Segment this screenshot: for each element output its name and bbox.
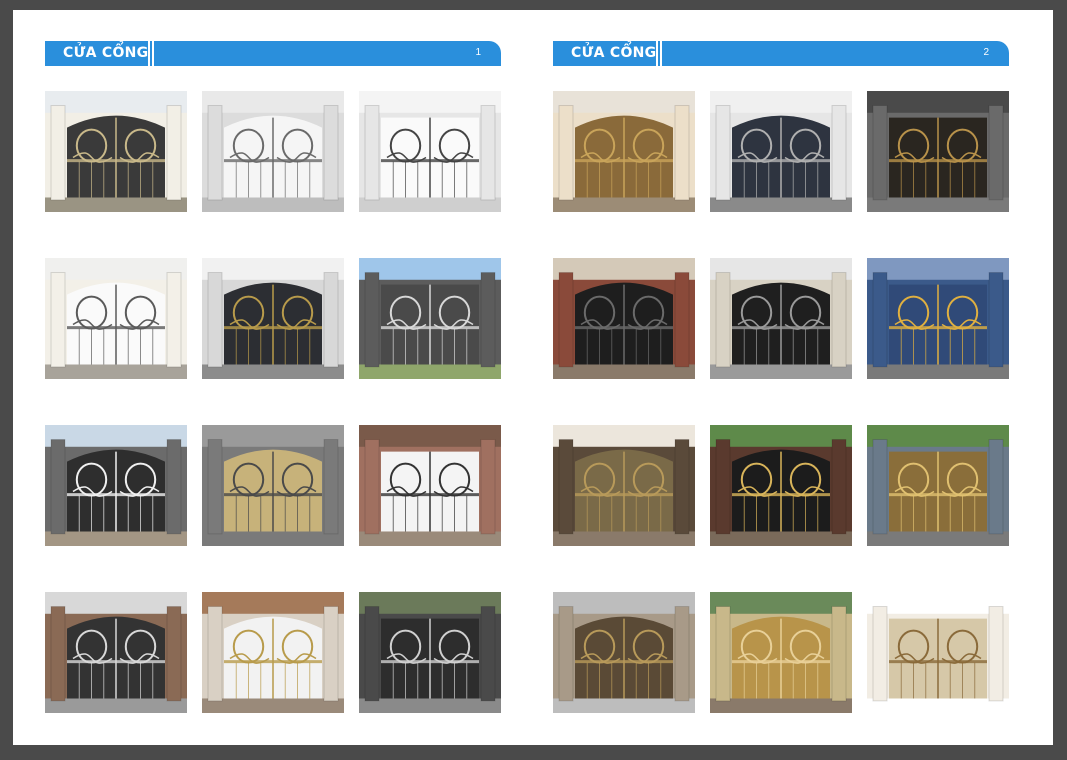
gate-illustration xyxy=(553,425,695,546)
gate-photo-black-gold-ornate-gate xyxy=(202,258,344,379)
gate-photo-bronze-fence-villa-gate xyxy=(553,425,695,546)
gate-illustration xyxy=(45,425,187,546)
gate-illustration xyxy=(867,592,1009,713)
gate-illustration xyxy=(867,425,1009,546)
header-divider xyxy=(148,41,150,66)
page-header-banner: CỬA CỔNG 1 xyxy=(45,41,501,66)
catalog-page-1: CỬA CỔNG 1 xyxy=(45,10,501,745)
page-number: 2 xyxy=(983,47,989,58)
gate-illustration xyxy=(553,592,695,713)
gate-illustration xyxy=(710,91,852,212)
gate-photo-phat-tai-phat-loc-gate xyxy=(359,91,501,212)
gate-illustration xyxy=(710,258,852,379)
header-divider xyxy=(656,41,658,66)
gate-illustration xyxy=(710,592,852,713)
gate-photo-gold-arch-ornate-gate xyxy=(710,592,852,713)
header-divider xyxy=(660,41,662,66)
gate-photo-gold-peacock-gate xyxy=(867,425,1009,546)
gate-illustration xyxy=(202,425,344,546)
gate-photo-gold-floral-panel-gate xyxy=(202,425,344,546)
gate-illustration xyxy=(202,258,344,379)
gate-photo-villa-bronze-fence-gate xyxy=(553,91,695,212)
catalog-spread: CỬA CỔNG 1 CỬA CỔNG 2 xyxy=(13,10,1053,745)
page-title: CỬA CỔNG xyxy=(571,45,657,61)
header-divider xyxy=(152,41,154,66)
page-header-banner: CỬA CỔNG 2 xyxy=(553,41,1009,66)
gate-illustration xyxy=(867,258,1009,379)
gate-illustration xyxy=(45,592,187,713)
gate-photo-white-villa-side-gate xyxy=(45,258,187,379)
gate-illustration xyxy=(202,592,344,713)
gate-photo-black-scroll-gate xyxy=(553,258,695,379)
catalog-page-2: CỬA CỔNG 2 xyxy=(553,10,1009,745)
gate-illustration xyxy=(359,258,501,379)
gate-illustration xyxy=(553,91,695,212)
gate-photo-floral-panel-gate xyxy=(202,91,344,212)
gate-photo-white-villa-gate xyxy=(45,91,187,212)
gate-illustration xyxy=(359,91,501,212)
gate-illustration xyxy=(867,91,1009,212)
gate-illustration xyxy=(710,425,852,546)
gate-photo-dragonfly-sliding-gate xyxy=(359,592,501,713)
gate-illustration xyxy=(359,592,501,713)
gate-photo-white-gold-palace-gate xyxy=(867,592,1009,713)
gate-photo-black-arch-pillar-gate xyxy=(710,91,852,212)
page-title: CỬA CỔNG xyxy=(63,45,149,61)
gate-photo-swirl-sliding-gate xyxy=(359,258,501,379)
gate-photo-bronze-arch-gate xyxy=(867,91,1009,212)
gate-photo-blue-leaf-motif-gate xyxy=(867,258,1009,379)
gate-photo-black-gold-sun-gate xyxy=(710,425,852,546)
gate-photo-black-swirl-arch-gate xyxy=(710,258,852,379)
page-number: 1 xyxy=(475,47,481,58)
gate-illustration xyxy=(45,91,187,212)
gate-illustration xyxy=(553,258,695,379)
gate-photo-bronze-long-fence-gate xyxy=(553,592,695,713)
gate-photo-tile-roof-black-gate xyxy=(45,592,187,713)
gate-illustration xyxy=(202,91,344,212)
gate-photo-white-floral-gate xyxy=(359,425,501,546)
gate-photo-black-swirl-fence-gate xyxy=(45,425,187,546)
gate-illustration xyxy=(45,258,187,379)
gate-photo-white-ellipse-gate xyxy=(202,592,344,713)
gate-illustration xyxy=(359,425,501,546)
